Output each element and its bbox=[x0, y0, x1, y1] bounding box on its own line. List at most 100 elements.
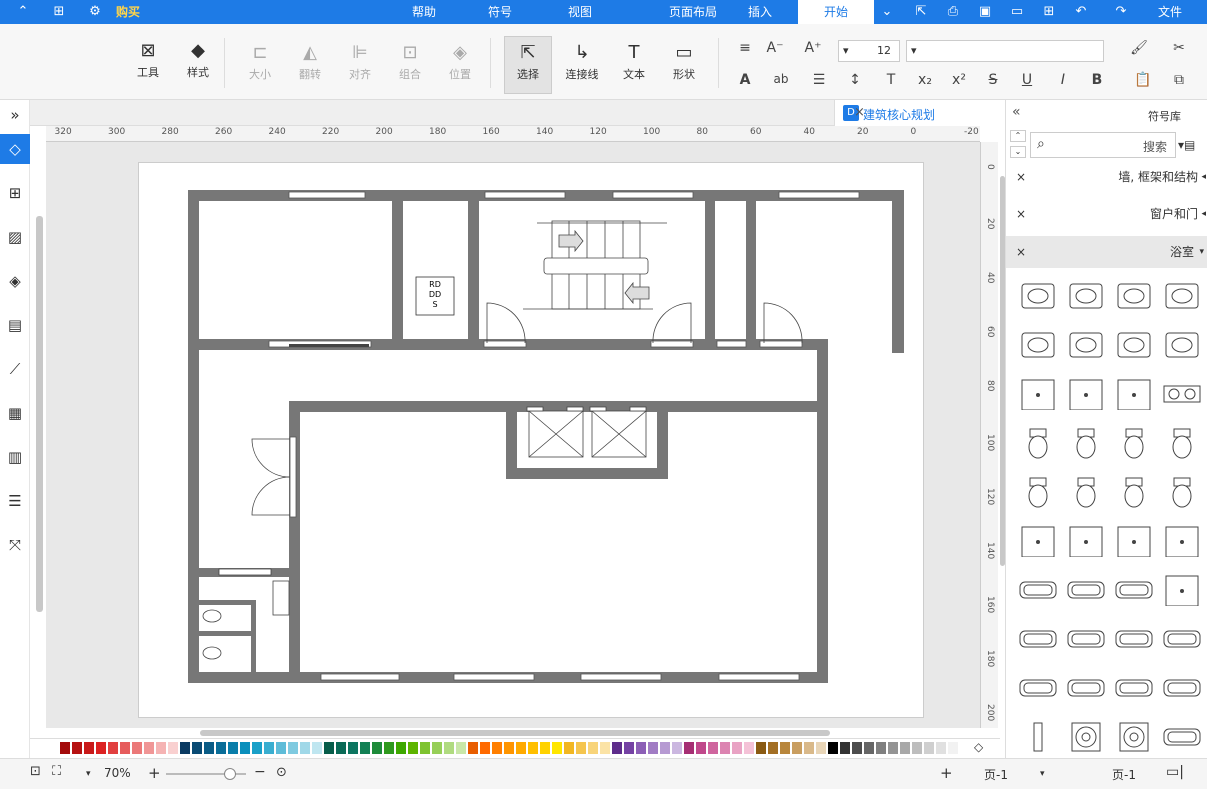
color-swatch[interactable] bbox=[468, 742, 478, 754]
paste-icon[interactable]: 📋 bbox=[1134, 72, 1152, 88]
scroll-up-icon[interactable]: ⌃ bbox=[1010, 130, 1026, 142]
color-swatch[interactable] bbox=[252, 742, 262, 754]
shower-symbol[interactable] bbox=[1114, 525, 1154, 558]
tub-symbol[interactable] bbox=[1018, 574, 1058, 606]
color-swatch[interactable] bbox=[804, 742, 814, 754]
add-page-icon[interactable]: + bbox=[940, 764, 953, 782]
tub-symbol[interactable] bbox=[1114, 623, 1154, 655]
color-swatch[interactable] bbox=[480, 742, 490, 754]
tub-symbol[interactable] bbox=[1162, 721, 1202, 753]
menu-symbols[interactable]: 符号 bbox=[478, 0, 522, 24]
select-button[interactable]: ⇱ 选择 bbox=[504, 36, 552, 94]
category-windows-doors[interactable]: × 窗户和门 ◂ bbox=[1006, 199, 1207, 229]
color-swatch[interactable] bbox=[768, 742, 778, 754]
color-swatch[interactable] bbox=[852, 742, 862, 754]
fit-page-icon[interactable]: ⊡ bbox=[30, 764, 41, 779]
drain-symbol[interactable] bbox=[1066, 721, 1106, 753]
cut-icon[interactable]: ✂ bbox=[1170, 40, 1188, 56]
library-menu-icon[interactable]: ▾▤ bbox=[1178, 138, 1195, 152]
color-swatch[interactable] bbox=[84, 742, 94, 754]
align-text-icon[interactable]: ≡ bbox=[736, 40, 754, 56]
fullscreen-icon[interactable]: ⛶ bbox=[52, 764, 61, 779]
open-icon[interactable]: ▭ bbox=[1008, 3, 1026, 21]
page-layout-icon[interactable]: ▭| bbox=[1166, 764, 1184, 780]
toilet-symbol[interactable] bbox=[1018, 476, 1058, 508]
color-swatch[interactable] bbox=[456, 742, 466, 754]
layers-icon[interactable]: ◈ bbox=[4, 270, 26, 292]
toilet-symbol[interactable] bbox=[1162, 476, 1202, 508]
list-icon[interactable]: ☰ bbox=[810, 72, 828, 88]
tub-symbol[interactable] bbox=[1114, 574, 1154, 606]
page-dropdown-icon[interactable]: ▾ bbox=[1040, 769, 1045, 779]
remove-category-icon[interactable]: × bbox=[1016, 236, 1026, 268]
export-icon[interactable]: ⇱ bbox=[912, 3, 930, 21]
shower-symbol[interactable] bbox=[1162, 525, 1202, 558]
toilet-symbol[interactable] bbox=[1066, 476, 1106, 508]
shower-symbol[interactable] bbox=[1066, 378, 1106, 411]
shower-symbol[interactable] bbox=[1114, 378, 1154, 411]
table-icon[interactable]: ▦ bbox=[4, 402, 26, 424]
zoom-slider[interactable] bbox=[166, 768, 246, 780]
color-swatch[interactable] bbox=[276, 742, 286, 754]
color-swatch[interactable] bbox=[588, 742, 598, 754]
toilet-symbol[interactable] bbox=[1162, 427, 1202, 459]
play-icon[interactable]: ⊙ bbox=[276, 765, 287, 780]
color-swatch[interactable] bbox=[612, 742, 622, 754]
category-bathroom[interactable]: × 浴室 ▾ bbox=[1006, 236, 1207, 268]
left-vertical-scrollbar[interactable] bbox=[36, 216, 43, 612]
color-swatch[interactable] bbox=[828, 742, 838, 754]
cooktop-symbol[interactable] bbox=[1162, 378, 1202, 410]
zoom-level[interactable]: 70% bbox=[104, 766, 131, 780]
color-swatch[interactable] bbox=[516, 742, 526, 754]
new-icon[interactable]: ⊞ bbox=[1040, 3, 1058, 21]
color-swatch[interactable] bbox=[504, 742, 514, 754]
color-swatch[interactable] bbox=[876, 742, 886, 754]
floor-plan[interactable]: RD DD S bbox=[139, 163, 925, 719]
menu-page-layout[interactable]: 页面布局 bbox=[658, 0, 728, 24]
color-swatch[interactable] bbox=[756, 742, 766, 754]
tub-symbol[interactable] bbox=[1114, 672, 1154, 704]
color-swatch[interactable] bbox=[96, 742, 106, 754]
toilet-symbol[interactable] bbox=[1066, 427, 1106, 459]
collapse-up-icon[interactable]: ⌃ bbox=[14, 3, 32, 21]
color-swatch[interactable] bbox=[360, 742, 370, 754]
color-swatch[interactable] bbox=[780, 742, 790, 754]
color-swatch[interactable] bbox=[348, 742, 358, 754]
more-dropdown-icon[interactable]: ⌄ bbox=[878, 3, 896, 21]
buy-button[interactable]: 购买 bbox=[108, 0, 148, 24]
scroll-down-icon[interactable]: ⌄ bbox=[1010, 146, 1026, 158]
settings-gear-icon[interactable]: ⚙ bbox=[86, 3, 104, 21]
fit-icon[interactable]: ⤧ bbox=[4, 534, 26, 556]
italic-icon[interactable]: I bbox=[1054, 72, 1072, 88]
color-swatch[interactable] bbox=[936, 742, 946, 754]
canvas-area[interactable]: RD DD S bbox=[46, 142, 980, 728]
shower-symbol[interactable] bbox=[1018, 378, 1058, 411]
menu-start[interactable]: 开始 bbox=[798, 0, 874, 24]
tub-symbol[interactable] bbox=[1162, 672, 1202, 704]
tub-symbol[interactable] bbox=[1018, 623, 1058, 655]
color-swatch[interactable] bbox=[648, 742, 658, 754]
color-swatch[interactable] bbox=[744, 742, 754, 754]
color-swatch[interactable] bbox=[624, 742, 634, 754]
group-button[interactable]: ⊡ 组合 bbox=[390, 40, 430, 82]
shower-symbol[interactable] bbox=[1018, 525, 1058, 558]
category-walls[interactable]: × 墙, 框架和结构 ◂ bbox=[1006, 162, 1207, 192]
tools-button[interactable]: ⊠ 工具 bbox=[128, 38, 168, 80]
line-spacing-icon[interactable]: ↕ bbox=[846, 72, 864, 88]
color-swatch[interactable] bbox=[108, 742, 118, 754]
color-swatch[interactable] bbox=[384, 742, 394, 754]
color-swatch[interactable] bbox=[264, 742, 274, 754]
size-button[interactable]: ⊏ 大小 bbox=[240, 40, 280, 82]
subscript-icon[interactable]: x₂ bbox=[916, 72, 934, 88]
color-swatch[interactable] bbox=[792, 742, 802, 754]
map-icon[interactable]: ▥ bbox=[4, 446, 26, 468]
color-swatch[interactable] bbox=[72, 742, 82, 754]
shapes-grid-icon[interactable]: ⊞ bbox=[4, 182, 26, 204]
color-swatch[interactable] bbox=[696, 742, 706, 754]
drawing-page[interactable]: RD DD S bbox=[138, 162, 924, 718]
save-icon[interactable]: ▣ bbox=[976, 3, 994, 21]
sink-symbol[interactable] bbox=[1114, 280, 1154, 312]
text-case-icon[interactable]: ab bbox=[772, 72, 790, 86]
color-swatch[interactable] bbox=[600, 742, 610, 754]
redo-icon[interactable]: ↷ bbox=[1112, 3, 1130, 21]
